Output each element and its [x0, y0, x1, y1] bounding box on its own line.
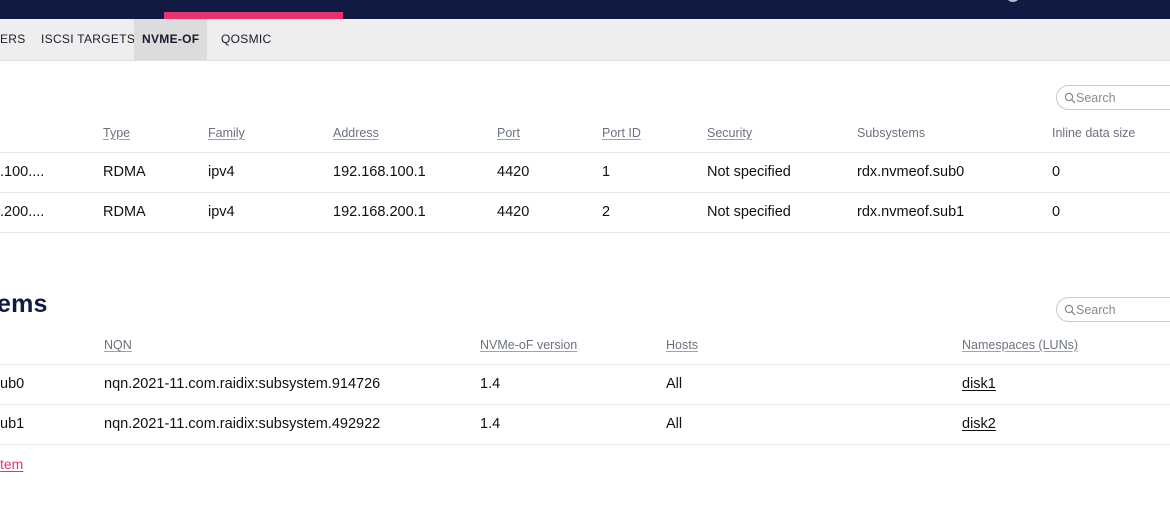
- subsystem-version: 1.4: [480, 376, 501, 392]
- port-security: Not specified: [707, 204, 791, 220]
- active-section-indicator: [164, 12, 343, 19]
- port-inline-size: 0: [1052, 164, 1061, 180]
- subsystems-search-box[interactable]: [1056, 297, 1170, 322]
- subsystem-nqn: nqn.2021-11.com.raidix:subsystem.914726: [104, 376, 381, 392]
- column-header-security[interactable]: Security: [707, 126, 752, 140]
- subsystem-version: 1.4: [480, 416, 501, 432]
- subsystems-search-input[interactable]: [1076, 301, 1166, 318]
- port-name: .200....: [0, 204, 45, 220]
- port-number: 4420: [497, 204, 530, 220]
- table-divider: [0, 444, 1170, 445]
- table-divider: [0, 192, 1170, 193]
- namespace-link[interactable]: disk2: [962, 416, 996, 432]
- port-family: ipv4: [208, 204, 235, 220]
- port-name: .100....: [0, 164, 45, 180]
- port-address: 192.168.200.1: [333, 204, 426, 220]
- column-header-nvmeof-version[interactable]: NVMe-oF version: [480, 338, 577, 352]
- user-avatar-icon[interactable]: [1006, 0, 1020, 2]
- subsystems-section-title: ems: [0, 290, 48, 318]
- search-icon: [1064, 304, 1076, 316]
- column-header-port-id[interactable]: Port ID: [602, 126, 641, 140]
- port-type: RDMA: [103, 164, 146, 180]
- tab-bar: ERS ISCSI TARGETS NVME-OF QOSMIC: [0, 19, 1170, 61]
- subsystem-hosts: All: [666, 376, 683, 392]
- port-inline-size: 0: [1052, 204, 1061, 220]
- tab-qosmic[interactable]: QOSMIC: [221, 19, 271, 60]
- port-subsystems: rdx.nvmeof.sub1: [857, 204, 965, 220]
- column-header-namespaces[interactable]: Namespaces (LUNs): [962, 338, 1078, 352]
- subsystem-nqn: nqn.2021-11.com.raidix:subsystem.492922: [104, 416, 381, 432]
- port-type: RDMA: [103, 204, 146, 220]
- port-security: Not specified: [707, 164, 791, 180]
- ports-search-box[interactable]: [1056, 85, 1170, 110]
- tab-nvme-of[interactable]: NVME-OF: [134, 19, 208, 60]
- namespace-link[interactable]: disk1: [962, 376, 996, 392]
- column-header-subsystems: Subsystems: [857, 126, 926, 140]
- port-id: 2: [602, 204, 611, 220]
- column-header-hosts[interactable]: Hosts: [666, 338, 698, 352]
- add-subsystem-link[interactable]: tem: [0, 456, 23, 472]
- table-divider: [0, 152, 1170, 153]
- column-header-type[interactable]: Type: [103, 126, 130, 140]
- column-header-family[interactable]: Family: [208, 126, 245, 140]
- port-number: 4420: [497, 164, 530, 180]
- column-header-nqn[interactable]: NQN: [104, 338, 132, 352]
- column-header-port[interactable]: Port: [497, 126, 520, 140]
- tab-initiators[interactable]: ERS: [0, 19, 26, 60]
- table-divider: [0, 364, 1170, 365]
- port-address: 192.168.100.1: [333, 164, 426, 180]
- port-id: 1: [602, 164, 611, 180]
- subsystem-name: ub1: [0, 416, 25, 432]
- tab-iscsi-targets[interactable]: ISCSI TARGETS: [41, 19, 135, 60]
- ports-search-input[interactable]: [1076, 89, 1166, 106]
- table-divider: [0, 232, 1170, 233]
- search-icon: [1064, 92, 1076, 104]
- column-header-address[interactable]: Address: [333, 126, 379, 140]
- port-family: ipv4: [208, 164, 235, 180]
- subsystem-name: ub0: [0, 376, 25, 392]
- column-header-inline-data-size: Inline data size: [1052, 126, 1136, 140]
- table-divider: [0, 404, 1170, 405]
- top-navbar: [0, 0, 1170, 19]
- port-subsystems: rdx.nvmeof.sub0: [857, 164, 965, 180]
- subsystem-hosts: All: [666, 416, 683, 432]
